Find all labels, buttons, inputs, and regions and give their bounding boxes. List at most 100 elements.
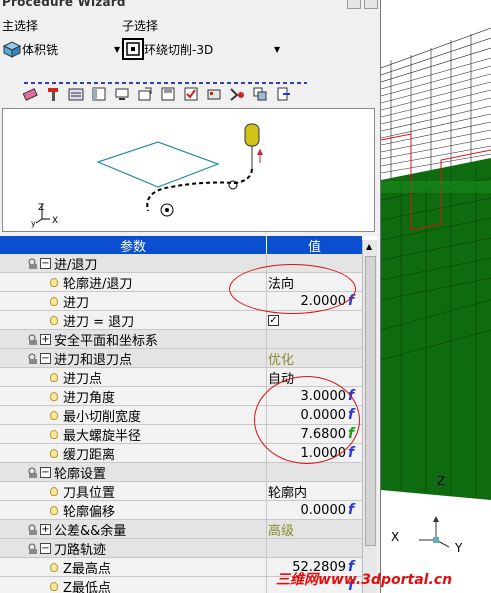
procedure-wizard-panel: Procedure Wizard 主选择 体积铣 ▼ 子选择 环绕切削-3D ▼ [0,0,381,593]
3d-viewport[interactable]: Z X Y [381,0,491,593]
pin-button[interactable] [347,0,361,9]
param-value[interactable]: ✓ [268,311,350,330]
param-bulb-icon [50,563,58,572]
check-icon[interactable] [181,84,201,104]
close-button[interactable] [364,0,378,9]
monitor-icon[interactable] [112,84,132,104]
main-select-combo[interactable]: 体积铣 ▼ [2,37,120,61]
formula-icon[interactable]: f [348,445,354,461]
chevron-down-icon[interactable]: ▼ [274,45,280,54]
red-annotation-ellipse-bottom [254,376,360,464]
param-name: 公差&&余量 [54,524,127,539]
collapse-icon[interactable]: − [40,353,51,364]
param-name: Z最低点 [63,581,111,593]
column-divider [266,558,267,577]
lock-icon [28,258,38,270]
lock-icon [28,353,38,365]
param-row[interactable]: 轮廓偏移 0.0000 f [0,501,362,520]
watermark: 三维网www.3dportal.cn [276,569,452,589]
param-row[interactable]: 刀具位置 轮廓内 [0,482,362,501]
param-value[interactable]: 优化 [268,349,350,368]
group-row[interactable]: − 进刀和退刀点 优化 [0,349,362,368]
save-icon[interactable] [158,84,178,104]
param-name: 轮廓偏移 [63,505,116,520]
red-annotation-ellipse-top [229,264,356,314]
param-bulb-icon [50,506,58,515]
lock-icon [28,524,38,536]
param-value[interactable]: 轮廓内 [268,482,350,501]
column-divider [266,349,267,368]
formula-icon[interactable]: f [348,502,354,518]
param-row[interactable]: 进刀 = 退刀 ✓ [0,311,362,330]
column-divider [266,577,267,593]
export-icon[interactable] [135,84,155,104]
param-value[interactable] [268,539,350,558]
lock-icon [28,334,38,346]
param-value[interactable]: 高级 [268,520,350,539]
param-name: 刀具位置 [63,486,116,501]
preview-axis-x: X [52,216,58,226]
column-divider [266,368,267,387]
param-name: 进/退刀 [54,258,98,273]
viewport-axis-y: Y [454,541,463,555]
expand-icon[interactable]: + [40,334,51,345]
scroll-up-arrow[interactable]: ▲ [366,242,372,251]
param-name: 轮廓设置 [54,467,107,482]
table-icon[interactable] [89,84,109,104]
column-divider [266,463,267,482]
main-select-label: 主选择 [2,19,39,33]
chevron-down-icon[interactable]: ▼ [114,45,120,54]
lock-icon [28,543,38,555]
param-bulb-icon [50,449,58,458]
simulate-icon[interactable] [227,84,247,104]
exit-icon[interactable] [273,84,293,104]
group-row[interactable]: + 公差&&余量 高级 [0,520,362,539]
param-name: 安全平面和坐标系 [54,334,159,349]
sub-select-combo[interactable]: 环绕切削-3D ▼ [122,37,282,61]
param-value[interactable] [268,463,350,482]
collapse-icon[interactable]: − [40,467,51,478]
column-divider [266,311,267,330]
param-name: 进刀 [63,296,90,311]
param-value[interactable] [268,330,350,349]
header-param[interactable]: 参数 [0,236,266,255]
operation-preview: Z X y [2,108,375,232]
group-row[interactable]: − 刀路轨迹 [0,539,362,558]
volume-mill-icon [2,41,22,58]
collapse-icon[interactable]: − [40,258,51,269]
column-divider [266,539,267,558]
param-bulb-icon [50,392,58,401]
window-title: Procedure Wizard [2,0,126,9]
param-name: 缓刀距离 [63,448,116,463]
column-divider [266,482,267,501]
contour-3d-icon [122,38,144,60]
header-value[interactable]: 值 [267,236,362,255]
param-name: 最小切削宽度 [63,410,142,425]
scroll-thumb[interactable] [365,256,376,546]
collapse-icon[interactable]: − [40,543,51,554]
sub-select-value: 环绕切削-3D [144,42,214,57]
param-name: 最大螺旋半径 [63,429,142,444]
checkbox[interactable]: ✓ [268,315,279,326]
lock-icon [28,467,38,479]
param-value[interactable]: 0.0000 [268,501,350,520]
param-bulb-icon [50,582,58,591]
param-value-text: 0.0000 [300,503,347,518]
param-bulb-icon [50,411,58,420]
watermark-text-cn: 三维网 [276,572,318,588]
column-divider [266,520,267,539]
compute-icon[interactable] [204,84,224,104]
eraser-icon[interactable] [20,84,40,104]
tool-icon[interactable] [43,84,63,104]
preview-axis-z: Z [38,203,44,213]
group-row[interactable]: − 轮廓设置 [0,463,362,482]
param-value-text: 优化 [268,353,295,368]
cut-param-icon[interactable] [66,84,86,104]
group-row[interactable]: + 安全平面和坐标系 [0,330,362,349]
watermark-text-url: www.3dportal.cn [318,572,453,588]
expand-icon[interactable]: + [40,524,51,535]
vertical-scrollbar[interactable]: ▲ [362,240,377,593]
param-name: Z最高点 [63,562,111,577]
batch-icon[interactable] [250,84,270,104]
viewport-axis-x: X [391,530,399,544]
